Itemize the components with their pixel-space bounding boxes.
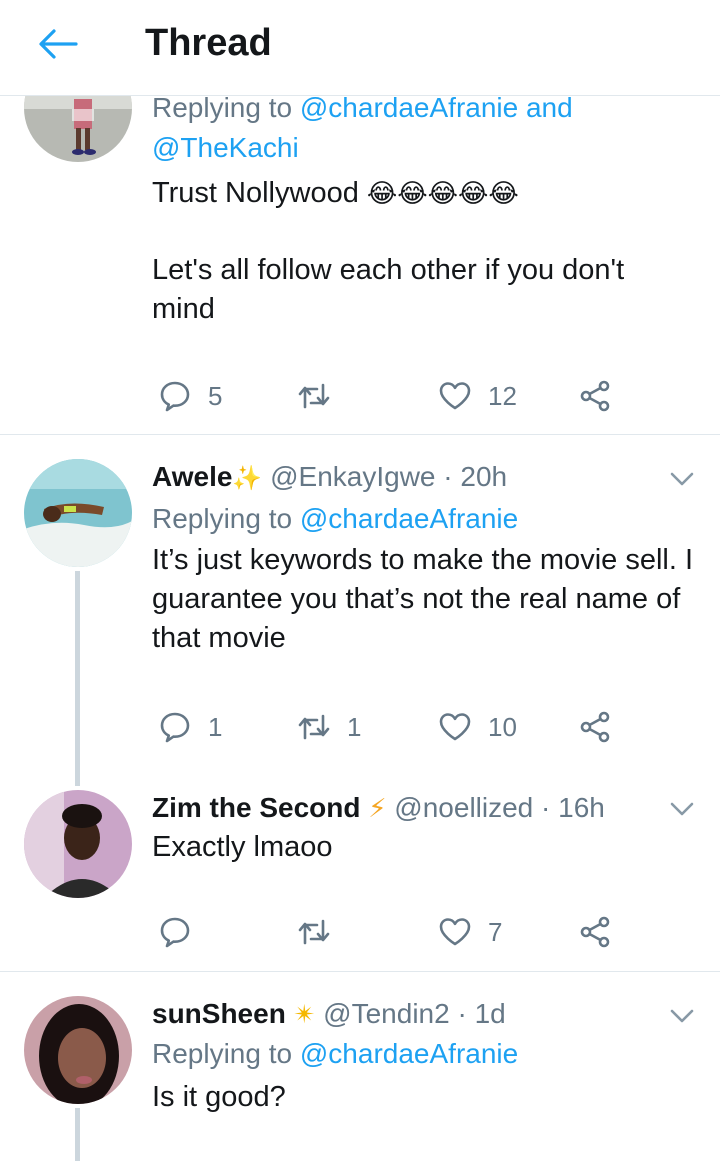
- lightning-icon: ⚡: [368, 793, 387, 823]
- retweet-button[interactable]: [297, 910, 347, 954]
- tweet-4[interactable]: sunSheen ✴ @Tendin2 · 1d Replying to @ch…: [0, 972, 720, 1161]
- reply-icon: [158, 915, 192, 949]
- laughing-emoji-icon: 😂😂😂😂😂: [366, 178, 519, 208]
- reply-button[interactable]: 1: [158, 705, 222, 749]
- sparkles-icon: ✨: [232, 465, 263, 492]
- like-count: 12: [488, 380, 517, 411]
- tweet-text-line: Trust Nollywood: [152, 177, 359, 209]
- tweet-text: Trust Nollywood 😂😂😂😂😂: [152, 174, 700, 213]
- share-button[interactable]: [578, 910, 612, 954]
- share-icon: [578, 915, 612, 949]
- sun-icon: ✴: [293, 999, 316, 1029]
- tweet-header: sunSheen ✴ @Tendin2 · 1d: [152, 994, 700, 1034]
- separator: ·: [457, 998, 467, 1029]
- replying-to: Replying to @chardaeAfranie: [152, 499, 700, 539]
- reply-button[interactable]: [158, 910, 208, 954]
- back-button[interactable]: [36, 26, 80, 62]
- tweet-2[interactable]: Awele✨ @EnkayIgwe · 20h Replying to @cha…: [0, 435, 720, 970]
- tweet-text: It’s just keywords to make the movie sel…: [152, 544, 694, 654]
- tweet-text-line: Let's all follow each other if you don't…: [152, 254, 625, 325]
- share-icon: [578, 379, 612, 413]
- display-name[interactable]: Awele: [152, 461, 232, 492]
- retweet-icon: [297, 710, 331, 744]
- timestamp[interactable]: 16h: [558, 792, 605, 823]
- replying-and: and: [525, 92, 573, 123]
- share-button[interactable]: [578, 705, 612, 749]
- reply-count: 1: [208, 711, 223, 742]
- tweet-header: Zim the Second ⚡ @noellized · 16h: [152, 788, 700, 828]
- avatar[interactable]: [24, 459, 132, 567]
- display-name[interactable]: Zim the Second: [152, 792, 360, 823]
- reply-count: 5: [208, 380, 223, 411]
- tweet-text: Exactly lmaoo: [152, 831, 333, 863]
- retweet-count: 1: [347, 711, 362, 742]
- timestamp[interactable]: 1d: [475, 998, 506, 1029]
- separator: ·: [443, 461, 453, 492]
- tweet-text: Is it good?: [152, 1081, 286, 1113]
- like-button[interactable]: 12: [438, 374, 517, 418]
- timestamp[interactable]: 20h: [460, 461, 507, 492]
- retweet-button[interactable]: 1: [297, 705, 361, 749]
- like-icon: [438, 915, 472, 949]
- like-icon: [438, 710, 472, 744]
- handle[interactable]: @EnkayIgwe: [270, 461, 435, 492]
- display-name[interactable]: sunSheen: [152, 998, 286, 1029]
- like-count: 10: [488, 711, 517, 742]
- replying-label: Replying to: [152, 92, 293, 123]
- handle[interactable]: @Tendin2: [323, 998, 450, 1029]
- reply-icon: [158, 710, 192, 744]
- top-bar: Thread: [0, 0, 720, 96]
- retweet-button[interactable]: [297, 374, 347, 418]
- replying-label: Replying to: [152, 1038, 293, 1069]
- retweet-icon: [297, 915, 331, 949]
- avatar[interactable]: [24, 790, 132, 898]
- reply-button[interactable]: 5: [158, 374, 222, 418]
- tweet-actions: 5 12: [152, 374, 622, 418]
- tweet-actions: 1 1 10: [152, 705, 622, 749]
- retweet-icon: [297, 379, 331, 413]
- mention-link[interactable]: @chardaeAfranie: [300, 503, 518, 534]
- mention-link[interactable]: @TheKachi: [152, 132, 299, 163]
- like-button[interactable]: 10: [438, 705, 517, 749]
- thread-line: [75, 571, 80, 786]
- chevron-down-icon[interactable]: [668, 799, 696, 819]
- page-title: Thread: [145, 22, 272, 64]
- separator: ·: [541, 792, 551, 823]
- like-button[interactable]: 7: [438, 910, 502, 954]
- tweet-actions: 7: [152, 910, 622, 954]
- mention-link[interactable]: @chardaeAfranie: [300, 1038, 518, 1069]
- mention-link[interactable]: @chardaeAfranie: [300, 92, 518, 123]
- tweet-header: Awele✨ @EnkayIgwe · 20h: [152, 457, 700, 499]
- share-icon: [578, 710, 612, 744]
- thread-line: [75, 1108, 80, 1161]
- like-count: 7: [488, 916, 503, 947]
- replying-to: Replying to @chardaeAfranie: [152, 1034, 700, 1074]
- back-arrow-icon: [39, 29, 78, 59]
- replying-to: Replying to @chardaeAfranie and @TheKach…: [152, 88, 700, 168]
- chevron-down-icon[interactable]: [668, 469, 696, 489]
- chevron-down-icon[interactable]: [668, 1006, 696, 1026]
- share-button[interactable]: [578, 374, 612, 418]
- handle[interactable]: @noellized: [394, 792, 533, 823]
- reply-icon: [158, 379, 192, 413]
- like-icon: [438, 379, 472, 413]
- replying-label: Replying to: [152, 503, 293, 534]
- avatar[interactable]: [24, 996, 132, 1104]
